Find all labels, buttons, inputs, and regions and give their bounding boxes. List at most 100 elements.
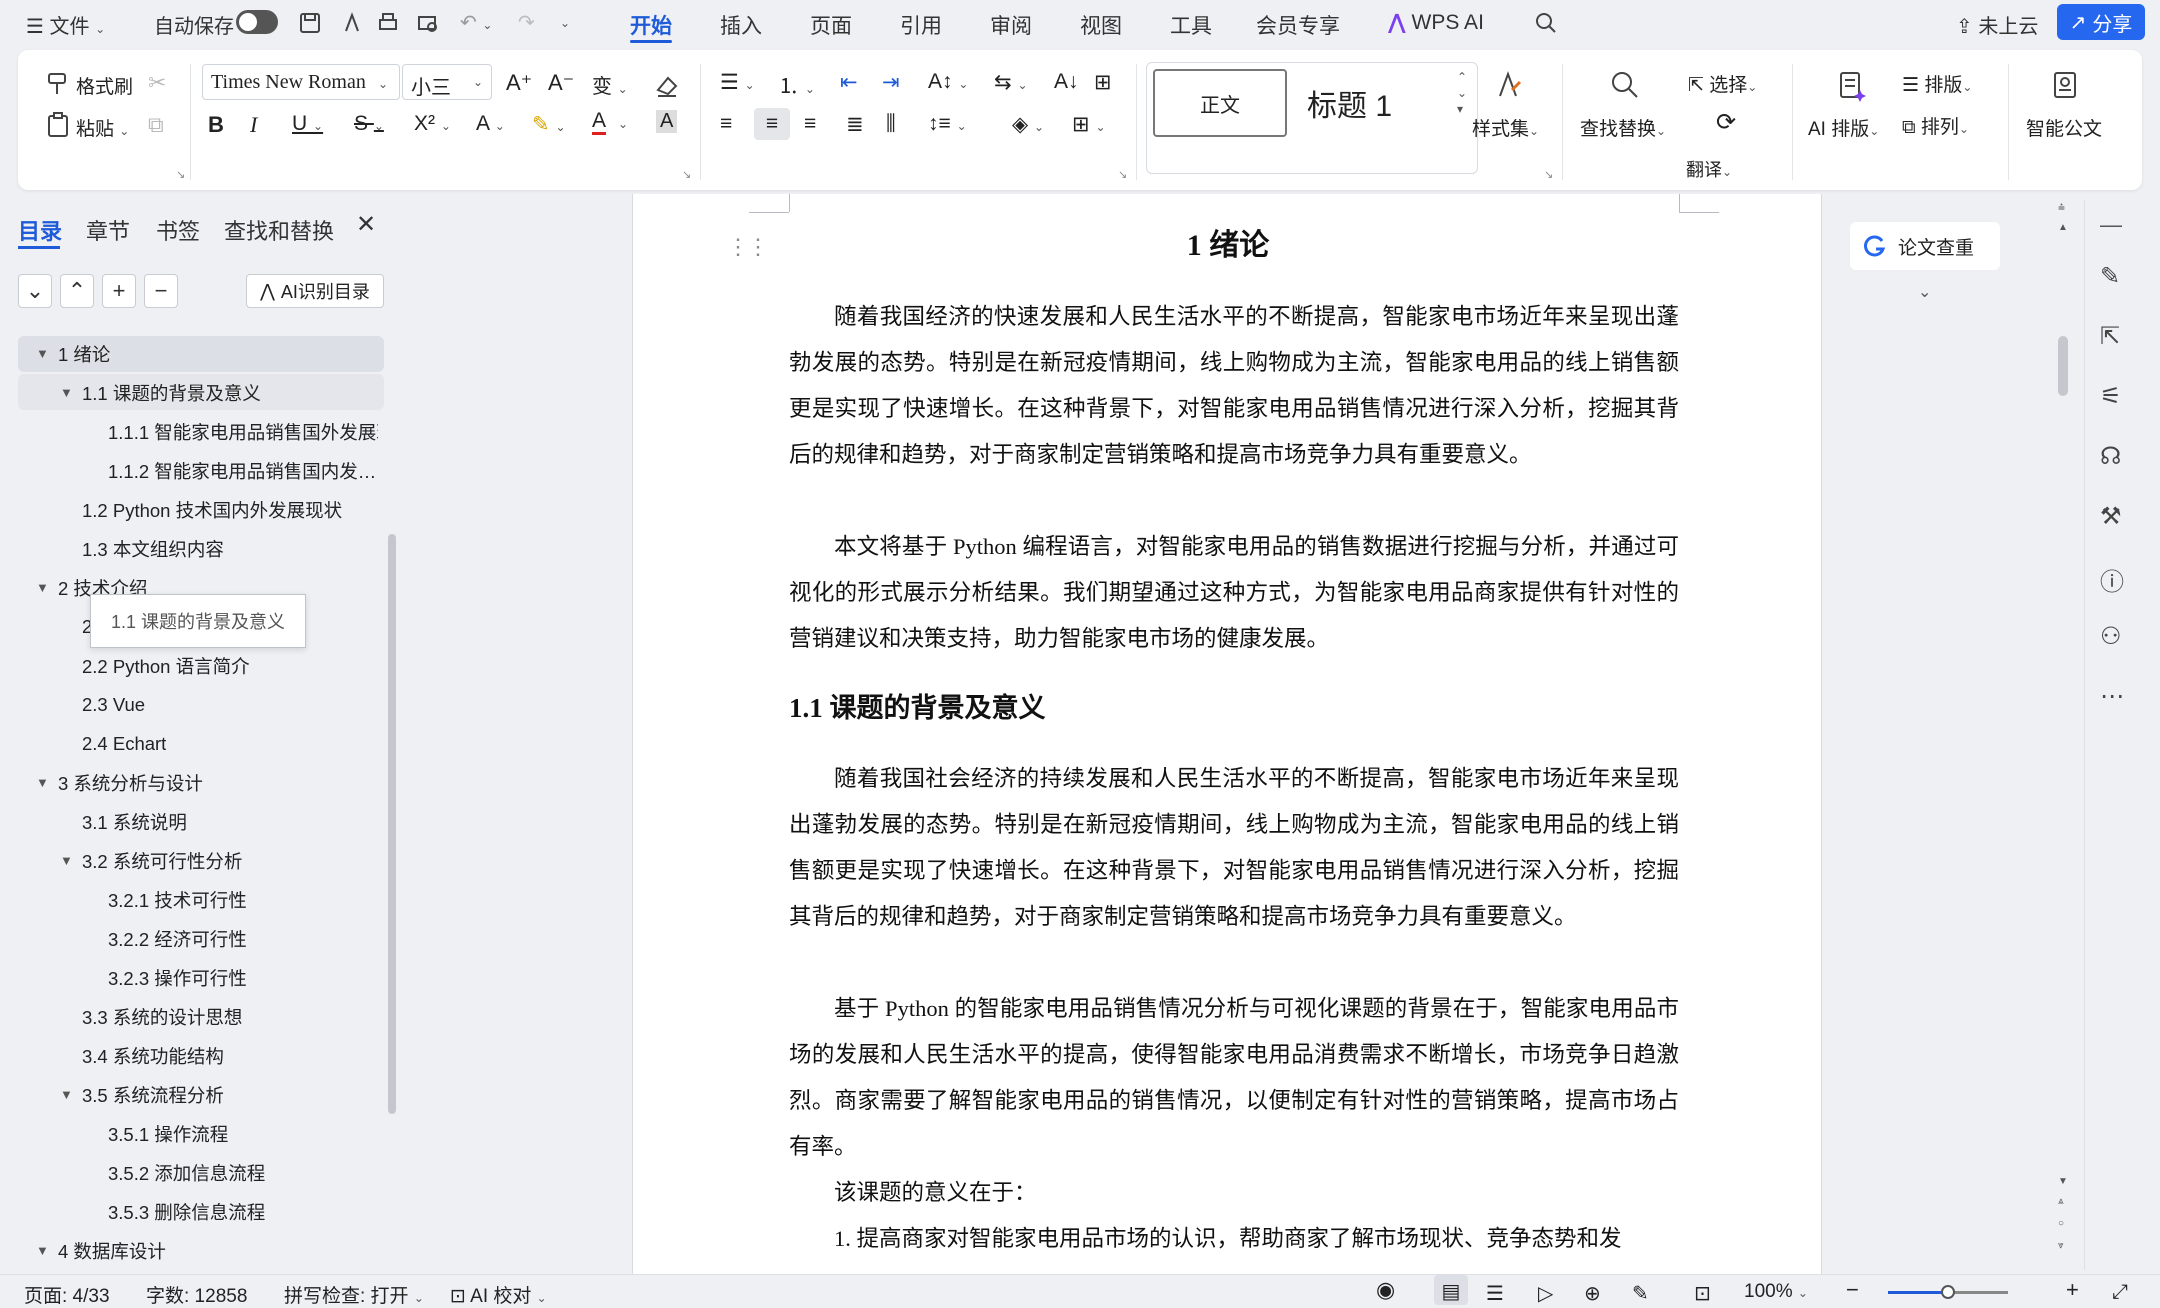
bullet-list-icon[interactable]: ☰ ⌄ (720, 70, 755, 95)
zoom-slider-knob[interactable] (1941, 1285, 1955, 1299)
toc-item[interactable]: 1 绪论 (58, 336, 110, 372)
print-icon[interactable] (374, 9, 402, 37)
tab-bookmarks[interactable]: 书签 (156, 214, 200, 246)
tab-references[interactable]: 引用 (900, 10, 942, 40)
save-icon[interactable] (296, 9, 324, 37)
reading-view-icon[interactable]: ▷ (1538, 1281, 1553, 1306)
zoom-out-icon[interactable]: − (1846, 1277, 1859, 1303)
highlight-icon[interactable]: ✎ ⌄ (532, 112, 566, 137)
cloud-status[interactable]: ⇪ 未上云 (1956, 10, 2038, 39)
align-left-icon[interactable]: ≡ (720, 112, 732, 136)
phonetic-icon[interactable]: 变 ⌄ (592, 70, 628, 99)
toc-item[interactable]: 4 数据库设计 (58, 1233, 166, 1269)
toc-item[interactable]: 3.5.2 添加信息流程 (108, 1155, 265, 1191)
tab-insert[interactable]: 插入 (720, 10, 762, 40)
page-view-icon[interactable]: ▤ (1434, 1275, 1468, 1305)
font-name-dropdown-icon[interactable]: ⌄ (378, 72, 388, 94)
tab-toc[interactable]: 目录 (18, 214, 62, 246)
distribute-icon[interactable]: ⫼ (886, 112, 896, 136)
autosave-toggle[interactable] (236, 10, 278, 34)
scroll-top-icon[interactable]: ⩮ (2058, 200, 2065, 215)
ai-toc-button[interactable]: ⋀ AI识别目录 (246, 274, 384, 308)
toc-item[interactable]: 3.2.1 技术可行性 (108, 882, 247, 918)
brain-icon[interactable]: ☊ (2100, 442, 2130, 472)
output-pdf-icon[interactable] (338, 9, 366, 37)
clear-format-icon[interactable] (652, 70, 682, 100)
toc-item[interactable]: 3.3 系统的设计思想 (82, 999, 242, 1035)
tab-page[interactable]: 页面 (810, 10, 852, 40)
toc-item[interactable]: 3.2.3 操作可行性 (108, 960, 247, 996)
font-size-select[interactable]: 小三 ⌄ (402, 64, 492, 100)
close-panel-icon[interactable]: ✕ (356, 210, 376, 239)
styles-launcher-icon[interactable]: ↘ (1544, 168, 1553, 181)
page-indicator[interactable]: 页面: 4/33 (24, 1281, 110, 1308)
toc-item[interactable]: 1.1 课题的背景及意义 (82, 375, 261, 411)
font-name-select[interactable]: Times New Roman (202, 64, 400, 100)
scrollbar-thumb[interactable] (2058, 336, 2068, 396)
numbered-list-icon[interactable]: ⒈ ⌄ (778, 70, 815, 100)
toc-item[interactable]: 3.5.1 操作流程 (108, 1116, 228, 1152)
translate-button[interactable]: 翻译⌄ (1686, 156, 1732, 182)
redo-icon[interactable]: ↷ (518, 10, 535, 35)
clipboard-launcher-icon[interactable]: ↘ (176, 168, 185, 181)
pen-icon[interactable]: ✎ (2100, 262, 2130, 292)
copy-icon[interactable]: ⧉ (148, 112, 164, 138)
next-page-icon[interactable]: ⩔ (2058, 1240, 2064, 1251)
underline-icon[interactable]: U ⌄ (292, 112, 323, 136)
toc-expand-icon[interactable]: ▼ (36, 775, 49, 790)
bold-icon[interactable]: B (208, 112, 224, 138)
tools-icon[interactable]: ⚒ (2100, 502, 2130, 532)
shrink-font-icon[interactable]: A⁻ (548, 70, 574, 96)
tab-view[interactable]: 视图 (1080, 10, 1122, 40)
tab-member[interactable]: 会员专享 (1256, 10, 1340, 40)
justify-icon[interactable]: ≣ (846, 112, 864, 137)
spell-check-status[interactable]: 拼写检查: 打开 ⌄ (284, 1281, 424, 1308)
translate-icon[interactable]: ⟳ (1716, 108, 1736, 137)
increase-indent-icon[interactable]: ⇥ (882, 70, 900, 95)
minimize-sidebar-icon[interactable]: — (2100, 212, 2130, 242)
promote-button[interactable]: ⌃ (60, 274, 94, 308)
tab-tools[interactable]: 工具 (1170, 10, 1212, 40)
toc-expand-icon[interactable]: ▼ (36, 580, 49, 595)
arrange-button[interactable]: ⧉ 排列⌄ (1902, 112, 1969, 139)
smart-doc-button[interactable]: 智能公文 (2026, 114, 2102, 141)
zoom-slider[interactable] (1888, 1285, 2008, 1299)
tab-home[interactable]: 开始 (630, 10, 672, 40)
prev-page-icon[interactable]: ⩓ (2058, 1196, 2064, 1207)
decrease-indent-icon[interactable]: ⇤ (840, 70, 858, 95)
line-break-icon[interactable]: ⇆ ⌄ (994, 70, 1028, 95)
cut-icon[interactable]: ✂ (148, 70, 166, 96)
select-button[interactable]: ⇱ 选择⌄ (1688, 70, 1757, 97)
toc-expand-icon[interactable]: ▼ (36, 1243, 49, 1258)
format-painter-button[interactable]: 格式刷 (76, 72, 133, 99)
word-count[interactable]: 字数: 12858 (146, 1281, 247, 1308)
scroll-up-icon[interactable]: ▲ (2058, 222, 2068, 233)
text-direction-icon[interactable]: A↕ ⌄ (928, 70, 968, 94)
select-browse-icon[interactable]: ○ (2058, 1218, 2064, 1229)
outline-view-icon[interactable]: ☰ (1486, 1281, 1504, 1306)
text-effect-icon[interactable]: A ⌄ (476, 112, 505, 136)
toc-expand-icon[interactable]: ▼ (60, 385, 73, 400)
file-menu[interactable]: ☰ 文件 ⌄ (26, 10, 105, 39)
grow-font-icon[interactable]: A⁺ (506, 70, 532, 96)
web-view-icon[interactable]: ⊕ (1584, 1281, 1601, 1306)
style-scroll-icon[interactable]: ⌃ ⌄ ▾ (1457, 69, 1467, 117)
fullscreen-icon[interactable]: ⤢ (2112, 1281, 2128, 1304)
toc-item[interactable]: 1.1.2 智能家电用品销售国内发… (108, 453, 376, 489)
font-color-icon[interactable]: A (592, 110, 607, 135)
toc-item[interactable]: 3.5.3 删除信息流程 (108, 1194, 265, 1230)
align-right-icon[interactable]: ≡ (804, 112, 816, 136)
toc-item[interactable]: 3.5 系统流程分析 (82, 1077, 224, 1113)
help-icon[interactable]: ⓘ (2100, 562, 2130, 596)
toc-item[interactable]: 3.2.2 经济可行性 (108, 921, 247, 957)
toc-item[interactable]: 2.3 Vue (82, 687, 145, 723)
align-center-icon[interactable]: ≡ (754, 108, 790, 140)
strikethrough-icon[interactable]: S ⌄ (354, 112, 384, 136)
tab-sections[interactable]: 章节 (86, 214, 130, 246)
print-preview-icon[interactable] (414, 9, 442, 37)
toc-expand-icon[interactable]: ▼ (36, 346, 49, 361)
toc-item[interactable]: 1.2 Python 技术国内外发展现状 (82, 492, 342, 528)
fit-page-icon[interactable]: ⊡ (1694, 1281, 1711, 1306)
sort-icon[interactable]: A↓ (1054, 70, 1079, 94)
remove-heading-button[interactable]: − (144, 274, 178, 308)
